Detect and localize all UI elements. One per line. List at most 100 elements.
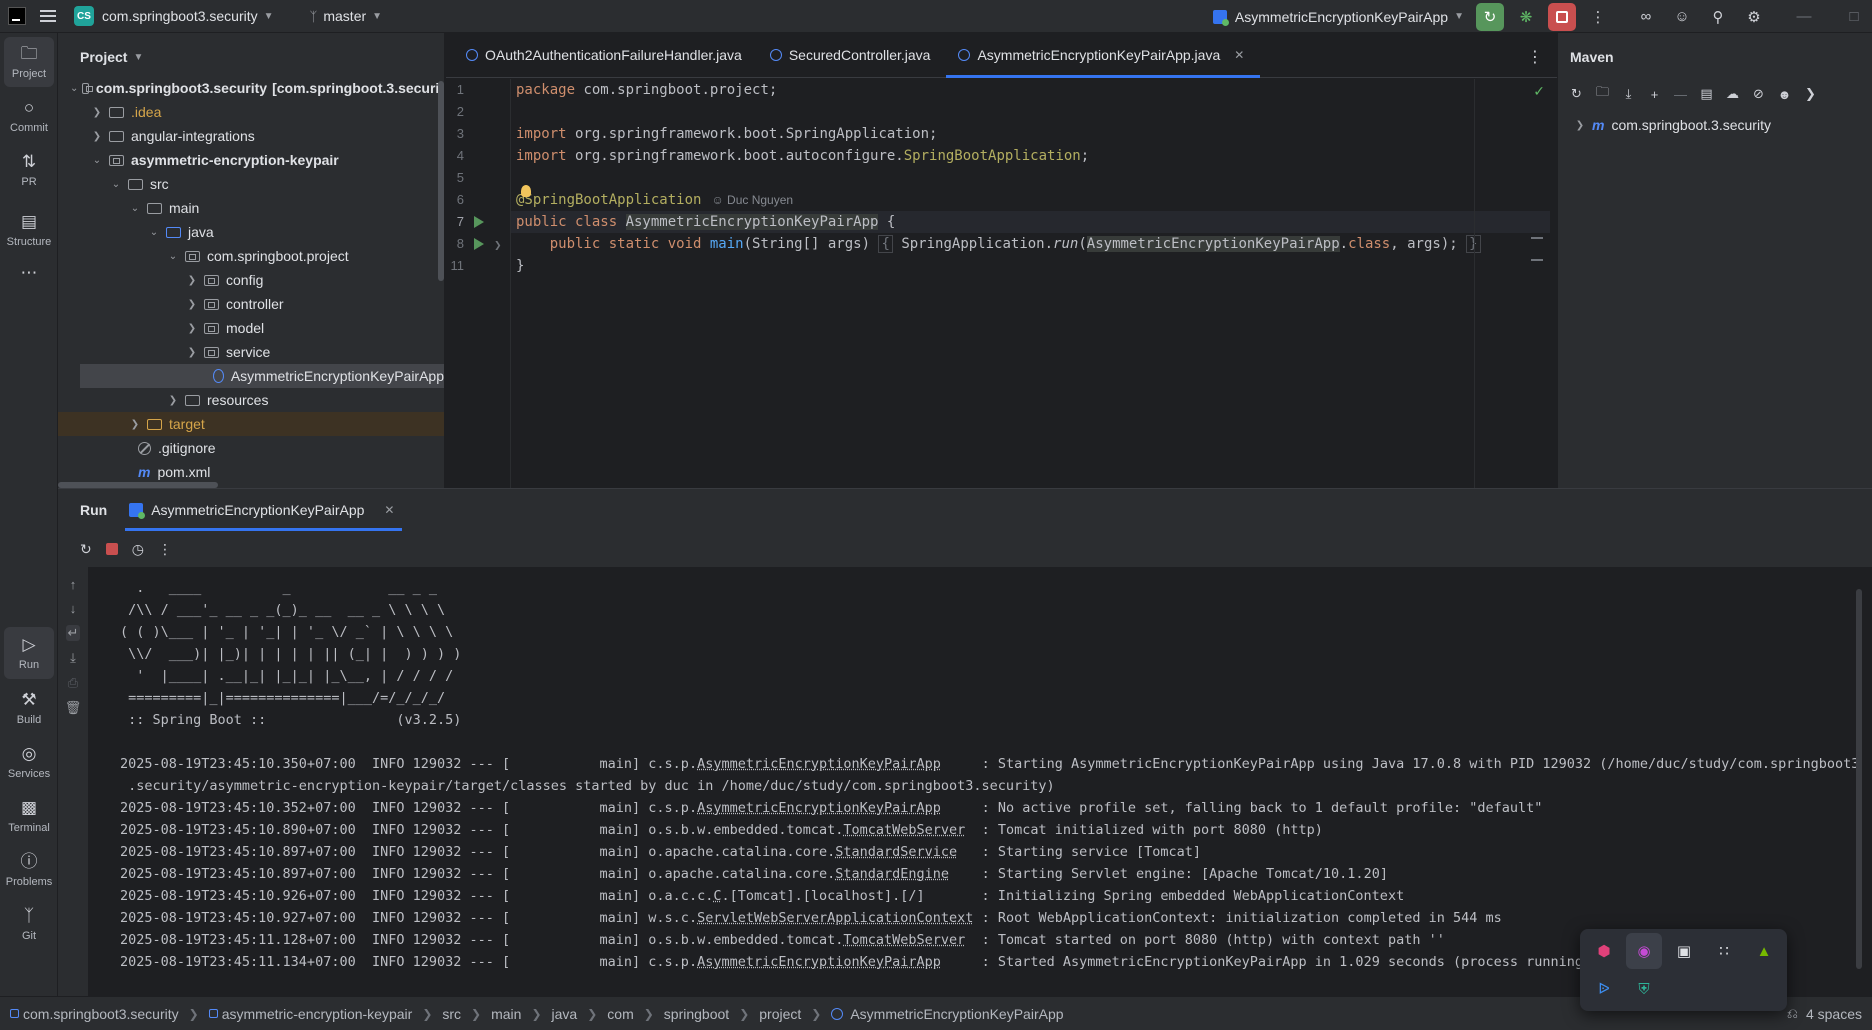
log-class-link[interactable]: AsymmetricEncryptionKeyPairApp [697, 954, 941, 970]
print-icon[interactable]: ⎙ [68, 675, 78, 691]
author-inlay[interactable]: ☺ Duc Nguyen [711, 193, 793, 207]
tree-node-main[interactable]: ⌄ main [58, 196, 444, 220]
breadcrumb-item[interactable]: asymmetric-encryption-keypair [222, 1006, 413, 1022]
run-gutter-icon[interactable] [474, 216, 484, 228]
tabs-more-icon[interactable]: ⋮ [1527, 47, 1543, 67]
remove-icon[interactable]: — [1672, 87, 1689, 102]
tree-node-config[interactable]: ❯ config [58, 268, 444, 292]
tree-node-root[interactable]: ⌄ com.springboot3.security [com.springbo… [58, 76, 444, 100]
nvidia-tray-icon[interactable]: ▲ [1746, 933, 1782, 969]
generate-sources-icon[interactable]: 🗀 [1594, 83, 1611, 105]
indent-setting[interactable]: 4 spaces [1806, 1006, 1862, 1022]
tree-node-idea[interactable]: ❯ .idea [58, 100, 444, 124]
tab-oauth2-failure-handler[interactable]: OAuth2AuthenticationFailureHandler.java [454, 33, 758, 77]
stripe-run-button[interactable]: ▷ Run [4, 627, 54, 679]
log-class-link[interactable]: StandardService [835, 844, 957, 860]
tree-node-keypair-module[interactable]: ⌄ asymmetric-encryption-keypair [58, 148, 444, 172]
log-class-link[interactable]: ServletWebServerApplicationContext [697, 910, 973, 926]
intention-bulb-icon[interactable] [521, 185, 531, 197]
project-scrollbar[interactable] [438, 81, 444, 281]
stripe-project-button[interactable]: 🗀 Project [4, 37, 54, 87]
log-class-link[interactable]: StandardEngine [835, 866, 949, 882]
arrow-up-icon[interactable]: ↑ [70, 577, 77, 592]
apps-grid-tray-icon[interactable]: ∷ [1706, 933, 1742, 969]
app-tray-icon[interactable]: ◉ [1626, 933, 1662, 969]
stop-button[interactable] [1548, 2, 1576, 31]
tab-asymmetric-app[interactable]: AsymmetricEncryptionKeyPairApp.java ✕ [946, 33, 1261, 78]
run-config-selector[interactable]: AsymmetricEncryptionKeyPairApp ▼ [1212, 0, 1464, 33]
log-class-link[interactable]: AsymmetricEncryptionKeyPairApp [697, 756, 941, 772]
tree-node-pom[interactable]: m pom.xml [58, 460, 444, 484]
tree-node-angular[interactable]: ❯ angular-integrations [58, 124, 444, 148]
breadcrumb-item[interactable]: AsymmetricEncryptionKeyPairApp [850, 1006, 1063, 1022]
screenshot-tray-icon[interactable]: ▣ [1666, 933, 1702, 969]
tree-node-src[interactable]: ⌄ src [58, 172, 444, 196]
stripe-structure-button[interactable]: ▤ Structure [4, 205, 54, 255]
project-selector[interactable]: CS com.springboot3.security ▼ [74, 0, 274, 33]
rerun-button[interactable]: ↻ [1476, 2, 1504, 31]
branch-selector[interactable]: ᛉ master ▼ [310, 0, 383, 33]
settings-gear-icon[interactable]: ⚙ [1740, 3, 1768, 31]
breadcrumb-item[interactable]: springboot [664, 1006, 729, 1022]
stop-icon[interactable] [105, 543, 118, 555]
log-class-link[interactable]: TomcatWebServer [843, 822, 965, 838]
tree-node-gitignore[interactable]: .gitignore [58, 436, 444, 460]
more-tools-button[interactable]: ⋯ [4, 259, 54, 289]
stripe-build-button[interactable]: ⚒ Build [4, 683, 54, 733]
tree-node-controller[interactable]: ❯ controller [58, 292, 444, 316]
reload-icon[interactable]: ↻ [1568, 86, 1585, 102]
folded-brace[interactable]: { [878, 235, 893, 253]
breadcrumb-item[interactable]: src [442, 1006, 461, 1022]
expand-more-icon[interactable]: ❯ [1802, 86, 1819, 102]
inspection-ok-icon[interactable]: ✓ [1533, 83, 1545, 100]
maven-project-node[interactable]: ❯ m com.springboot.3.security [1558, 117, 1860, 133]
run-tab-app[interactable]: AsymmetricEncryptionKeyPairApp ✕ [125, 489, 403, 531]
tree-node-model[interactable]: ❯ model [58, 316, 444, 340]
console-scrollbar[interactable] [1856, 589, 1862, 969]
run-gutter-icon[interactable] [474, 238, 484, 250]
maximize-window-button[interactable]: □ [1840, 3, 1868, 31]
tree-node-package[interactable]: ⌄ com.springboot.project [58, 244, 444, 268]
stripe-commit-button[interactable]: ○ Commit [4, 91, 54, 141]
soft-wrap-icon[interactable]: ↵ [65, 625, 81, 641]
tree-node-target[interactable]: ❯ target [58, 412, 444, 436]
close-icon[interactable]: ✕ [1234, 48, 1244, 62]
close-icon[interactable]: ✕ [384, 503, 394, 517]
debug-button[interactable]: ❋ [1512, 3, 1540, 31]
stripe-git-button[interactable]: ᛉ Git [4, 899, 54, 949]
main-menu-icon[interactable] [40, 7, 56, 25]
show-dependencies-icon[interactable]: ☻ [1776, 87, 1793, 102]
offline-mode-icon[interactable]: ☁ [1724, 86, 1741, 102]
profiler-icon[interactable]: ◷ [132, 541, 144, 558]
stripe-pr-button[interactable]: ⇅ PR [4, 145, 54, 195]
ai-assistant-icon[interactable]: ∞ [1632, 3, 1660, 31]
tree-node-resources[interactable]: ❯ resources [58, 388, 444, 412]
log-class-link[interactable]: AsymmetricEncryptionKeyPairApp [697, 800, 941, 816]
minimize-window-button[interactable]: — [1790, 3, 1818, 31]
execute-goal-icon[interactable]: ▤ [1698, 86, 1715, 102]
skip-tests-icon[interactable]: ⊘ [1750, 86, 1767, 102]
trash-icon[interactable]: 🗑 [65, 700, 82, 716]
download-icon[interactable]: ⤓ [1620, 86, 1637, 102]
app-tray-icon[interactable]: ⬢ [1586, 933, 1622, 969]
add-icon[interactable]: + [1646, 87, 1663, 102]
breadcrumb-item[interactable]: java [552, 1006, 578, 1022]
arrow-down-icon[interactable]: ↓ [70, 601, 77, 616]
search-icon[interactable]: ⚲ [1704, 3, 1732, 31]
stripe-problems-button[interactable]: ⓘ Problems [4, 845, 54, 895]
add-user-icon[interactable]: ☺ [1668, 3, 1696, 31]
code-editor[interactable]: package com.springboot.project; import o… [510, 79, 1550, 488]
project-panel-header[interactable]: Project ▼ [58, 33, 444, 81]
tree-node-app-class[interactable]: AsymmetricEncryptionKeyPairApp [80, 364, 444, 388]
tree-node-service[interactable]: ❯ service [58, 340, 444, 364]
fold-arrow-icon[interactable]: ❯ [494, 234, 502, 256]
stripe-services-button[interactable]: ◎ Services [4, 737, 54, 787]
scroll-to-end-icon[interactable]: ⤓ [70, 650, 76, 666]
breadcrumb-item[interactable]: main [491, 1006, 521, 1022]
bluetooth-icon[interactable]: ᐉ [1586, 971, 1622, 1007]
more-actions-button[interactable]: ⋮ [1584, 3, 1612, 31]
log-class-link[interactable]: TomcatWebServer [843, 932, 965, 948]
breadcrumb-item[interactable]: project [759, 1006, 801, 1022]
breadcrumb-item[interactable]: com [607, 1006, 633, 1022]
tab-secured-controller[interactable]: SecuredController.java [758, 33, 947, 77]
